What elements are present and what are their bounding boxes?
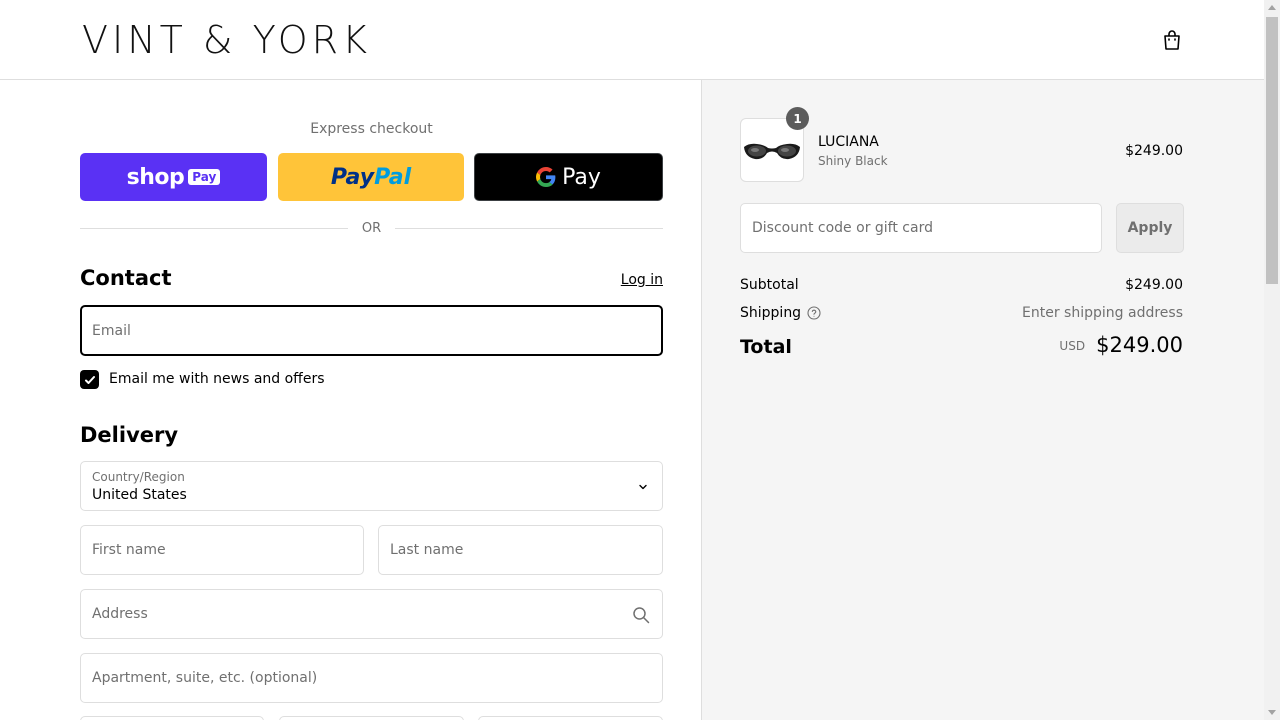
chevron-down-icon xyxy=(639,484,647,490)
apartment-input[interactable] xyxy=(81,654,662,702)
shop-pay-label: shop xyxy=(126,164,185,190)
google-g-icon xyxy=(536,167,556,187)
discount-code-input[interactable] xyxy=(741,204,1101,252)
product-name: LUCIANA xyxy=(818,134,879,150)
apply-discount-button[interactable]: Apply xyxy=(1116,203,1184,253)
shop-pay-button[interactable]: shop Pay xyxy=(80,153,267,201)
state-field[interactable] xyxy=(279,716,464,720)
email-field-wrapper xyxy=(80,305,663,356)
discount-field-wrapper xyxy=(740,203,1102,253)
address-input[interactable] xyxy=(81,590,662,638)
or-divider-right xyxy=(395,228,663,229)
first-name-input[interactable] xyxy=(81,526,363,574)
checkmark-icon xyxy=(84,375,95,384)
total-label: Total xyxy=(740,336,792,358)
shopping-bag-icon xyxy=(1164,30,1180,50)
first-name-field-wrapper xyxy=(80,525,364,575)
country-region-value: United States xyxy=(92,487,187,503)
search-icon[interactable] xyxy=(632,606,650,624)
contact-heading: Contact xyxy=(80,266,172,290)
google-pay-label: Pay xyxy=(562,164,601,190)
email-input[interactable] xyxy=(82,307,661,354)
delivery-heading: Delivery xyxy=(80,423,179,447)
express-checkout-title: Express checkout xyxy=(310,121,433,137)
product-price: $249.00 xyxy=(1125,143,1183,159)
newsletter-label[interactable]: Email me with news and offers xyxy=(109,371,325,387)
product-variant: Shiny Black xyxy=(818,154,888,168)
city-field[interactable] xyxy=(80,716,264,720)
paypal-button[interactable]: PayPal xyxy=(278,153,464,201)
last-name-input[interactable] xyxy=(379,526,662,574)
help-circle-icon[interactable] xyxy=(807,306,821,320)
subtotal-label: Subtotal xyxy=(740,277,799,293)
scroll-thumb[interactable] xyxy=(1266,17,1278,284)
paypal-logo-part2: Pal xyxy=(374,164,412,190)
address-field-wrapper xyxy=(80,589,663,639)
last-name-field-wrapper xyxy=(378,525,663,575)
google-pay-button[interactable]: Pay xyxy=(474,153,663,201)
or-divider-left xyxy=(80,228,348,229)
shop-pay-badge: Pay xyxy=(188,169,221,185)
log-in-link[interactable]: Log in xyxy=(580,272,663,288)
shipping-label-row: Shipping xyxy=(740,305,821,321)
shipping-label: Shipping xyxy=(740,305,802,321)
paypal-logo: PayPal xyxy=(331,165,411,190)
scroll-up-arrow-icon[interactable] xyxy=(1268,5,1276,10)
store-logo[interactable]: VINT & YORK xyxy=(82,19,371,61)
apartment-field-wrapper xyxy=(80,653,663,703)
quantity-badge: 1 xyxy=(786,107,809,130)
cart-button[interactable] xyxy=(1160,28,1184,52)
country-region-label: Country/Region xyxy=(92,470,185,484)
page-scrollbar[interactable] xyxy=(1264,0,1280,720)
country-region-select[interactable]: Country/Region United States xyxy=(80,461,663,511)
newsletter-checkbox[interactable] xyxy=(80,370,99,389)
total-currency: USD xyxy=(1059,339,1086,353)
subtotal-value: $249.00 xyxy=(1125,277,1183,293)
zip-code-field[interactable] xyxy=(478,716,663,720)
site-header: VINT & YORK xyxy=(0,0,1264,80)
or-divider-text: OR xyxy=(361,221,382,236)
shipping-value: Enter shipping address xyxy=(1022,305,1183,321)
total-amount: $249.00 xyxy=(1096,333,1183,357)
paypal-logo-part1: Pay xyxy=(330,164,375,190)
total-value-wrapper: USD $249.00 xyxy=(980,333,1183,357)
scroll-down-arrow-icon[interactable] xyxy=(1268,710,1276,715)
